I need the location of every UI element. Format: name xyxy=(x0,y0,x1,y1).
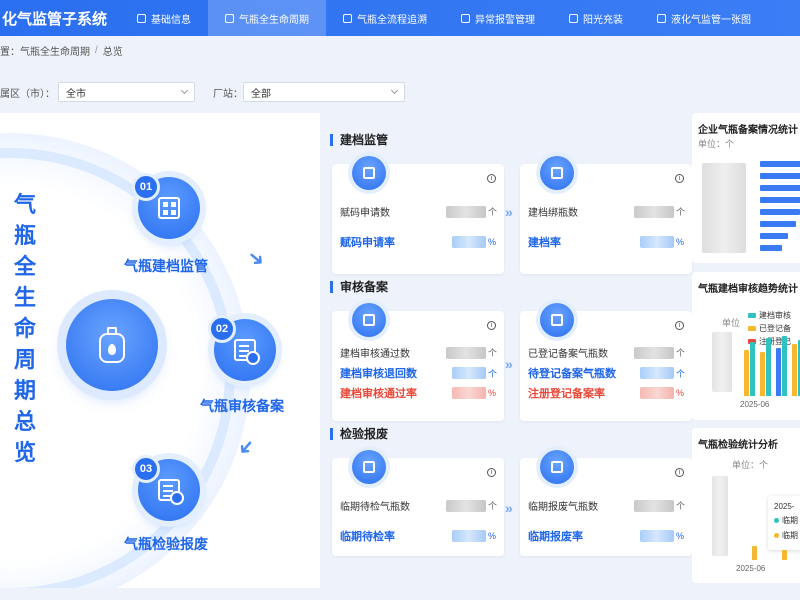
section-title: 审核备案 xyxy=(330,281,388,293)
nav-lifecycle[interactable]: 气瓶全生命周期 xyxy=(208,0,326,36)
main-nav: 基础信息 气瓶全生命周期 气瓶全流程追溯 异常报警管理 阳光充装 液化气监管一张… xyxy=(120,0,768,36)
chevron-right-icon: » xyxy=(505,356,513,372)
cylinder-icon xyxy=(225,13,234,23)
nav-alarm[interactable]: 异常报警管理 xyxy=(444,0,552,36)
stat-card: i 赋码申请数个 赋码申请率% xyxy=(332,156,504,274)
x-tick: 2025-06 xyxy=(740,400,770,409)
app-title: 化气监管子系统 xyxy=(2,10,108,28)
step-archive[interactable]: 01 xyxy=(132,173,200,239)
nav-map[interactable]: 液化气监管一张图 xyxy=(640,0,768,36)
bar xyxy=(766,338,771,396)
grid-icon xyxy=(137,13,146,23)
nav-filling[interactable]: 阳光充装 xyxy=(552,0,640,36)
filling-icon xyxy=(569,13,578,23)
trace-icon xyxy=(343,13,352,23)
bar xyxy=(760,209,800,215)
bar xyxy=(760,352,765,396)
panel-title: 气瓶建档审核趋势统计 xyxy=(698,284,798,295)
step-review-label: 气瓶审核备案 xyxy=(200,398,284,414)
document-review-icon xyxy=(234,339,260,365)
code-apply-icon xyxy=(352,156,386,190)
inspect-icon xyxy=(352,450,386,484)
nav-basic-info[interactable]: 基础信息 xyxy=(120,0,208,36)
stat-card: i 临期报废气瓶数个 临期报废率% xyxy=(520,450,692,556)
bar xyxy=(760,233,788,239)
chevron-right-icon: » xyxy=(505,204,513,220)
info-icon[interactable]: i xyxy=(675,321,684,330)
filter-bar: 属区（市）： 全市 厂站： 全部 xyxy=(0,82,405,102)
panel-unit: 单位：个 xyxy=(698,139,735,149)
region-label: 属区（市）： xyxy=(0,88,55,100)
gas-cylinder-icon xyxy=(66,299,158,391)
bar xyxy=(760,245,782,251)
panel-unit: 单位 xyxy=(722,318,741,328)
stat-card: i 已登记备案气瓶数个 待登记备案气瓶数个 注册登记备案率% xyxy=(520,303,692,421)
chevron-down-icon xyxy=(390,86,399,95)
section-title: 建档监管 xyxy=(330,134,388,146)
inspection-analysis-panel: 气瓶检验统计分析 单位：个 2025- 临期 临期 2025-06 xyxy=(692,428,800,583)
bar xyxy=(760,197,800,203)
step-inspect-label: 气瓶检验报废 xyxy=(124,536,208,552)
bar xyxy=(752,546,757,560)
top-nav-bar: 化气监管子系统 基础信息 气瓶全生命周期 气瓶全流程追溯 异常报警管理 阳光充装… xyxy=(0,0,800,36)
bar xyxy=(760,221,796,227)
info-icon[interactable]: i xyxy=(675,174,684,183)
map-icon xyxy=(657,13,666,23)
breadcrumb-parent[interactable]: 气瓶全生命周期 xyxy=(20,43,90,58)
nav-trace[interactable]: 气瓶全流程追溯 xyxy=(326,0,444,36)
bar xyxy=(760,173,800,179)
document-scrap-icon xyxy=(158,479,184,505)
x-tick: 2025-06 xyxy=(736,564,766,573)
panel-unit: 单位：个 xyxy=(732,460,769,470)
tooltip-content: 2025- 临期 临期 xyxy=(774,502,798,540)
bar xyxy=(776,348,781,396)
station-label: 厂站： xyxy=(213,88,243,100)
archive-review-trend-panel: 气瓶建档审核趋势统计 单位 建档审核 已登记备 注册登记 2025-06 xyxy=(692,272,800,420)
stat-card: i 建档绑瓶数个 建档率% xyxy=(520,156,692,274)
info-icon[interactable]: i xyxy=(487,174,496,183)
hero-title: 气 瓶 全 生 命 周 期 总 览 xyxy=(13,192,36,465)
pie-check-icon xyxy=(352,303,386,337)
step-inspect[interactable]: 03 xyxy=(132,455,200,521)
breadcrumb-current: 总览 xyxy=(102,46,123,58)
section-title: 检验报废 xyxy=(330,428,388,440)
breadcrumb: 置： 气瓶全生命周期 / 总览 xyxy=(0,43,123,58)
arrow-down-icon: ➜ xyxy=(242,245,270,273)
stat-card: i 临期待检气瓶数个 临期待检率% xyxy=(332,450,504,556)
step-review[interactable]: 02 xyxy=(208,315,276,381)
bar xyxy=(792,344,797,396)
bar xyxy=(760,185,800,191)
station-select[interactable]: 全部 xyxy=(243,82,405,102)
chevron-right-icon: » xyxy=(505,500,513,516)
info-icon[interactable]: i xyxy=(487,468,496,477)
info-icon[interactable]: i xyxy=(675,468,684,477)
trash-icon xyxy=(540,450,574,484)
bar xyxy=(750,342,755,396)
chevron-down-icon xyxy=(180,86,189,95)
binding-icon xyxy=(540,156,574,190)
step-archive-label: 气瓶建档监管 xyxy=(124,258,208,274)
bar xyxy=(782,336,787,396)
archive-grid-icon xyxy=(158,197,180,219)
bar xyxy=(744,350,749,396)
stat-card: i 建档审核通过数个 建档审核退回数个 建档审核通过率% xyxy=(332,303,504,421)
alarm-icon xyxy=(461,13,470,23)
lifecycle-hero: 气 瓶 全 生 命 周 期 总 览 01 气瓶建档监管 ➜ 02 气瓶审核备案 … xyxy=(0,113,320,588)
region-select[interactable]: 全市 xyxy=(58,82,195,102)
bar xyxy=(782,550,787,560)
panel-title: 企业气瓶备案情况统计 xyxy=(698,125,798,136)
calendar-register-icon xyxy=(540,303,574,337)
panel-title: 气瓶检验统计分析 xyxy=(698,440,778,451)
info-icon[interactable]: i xyxy=(487,321,496,330)
enterprise-filing-panel: 企业气瓶备案情况统计 单位：个 xyxy=(692,113,800,263)
bar xyxy=(760,161,800,167)
